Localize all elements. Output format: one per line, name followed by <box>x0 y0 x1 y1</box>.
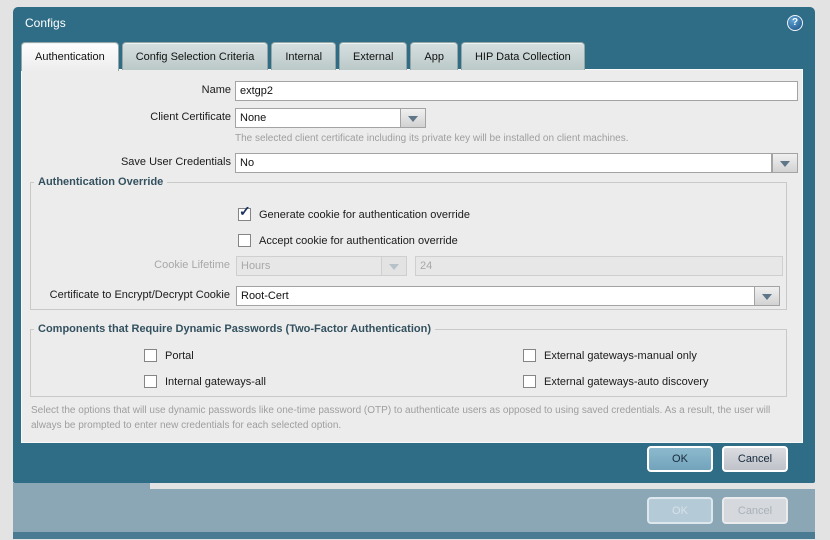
cookie-lifetime-value-input <box>415 256 783 276</box>
encrypt-certificate-label: Certificate to Encrypt/Decrypt Cookie <box>49 289 230 301</box>
client-certificate-help: The selected client certificate includin… <box>235 133 629 144</box>
client-certificate-select[interactable] <box>235 108 401 128</box>
chevron-down-icon <box>780 160 790 172</box>
cookie-lifetime-dropdown-button <box>381 256 407 276</box>
encrypt-certificate-dropdown-button[interactable] <box>754 286 780 306</box>
dialog-titlebar: Configs ? <box>13 7 815 38</box>
save-user-credentials-dropdown-button[interactable] <box>772 153 798 173</box>
authentication-override-group: Authentication Override ✓ Generate cooki… <box>30 176 787 310</box>
external-gateways-auto-label: External gateways-auto discovery <box>544 376 709 388</box>
tab-content-panel: Name Client Certificate The selected cli… <box>21 69 803 443</box>
cookie-lifetime-unit-select <box>236 256 382 276</box>
accept-cookie-checkbox[interactable] <box>238 234 251 247</box>
name-label: Name <box>201 84 231 96</box>
external-gateways-manual-checkbox[interactable] <box>523 349 536 362</box>
two-factor-group: Components that Require Dynamic Password… <box>30 323 787 397</box>
internal-gateways-all-checkbox[interactable] <box>144 375 157 388</box>
tab-hip-data-collection[interactable]: HIP Data Collection <box>460 42 585 70</box>
tab-app[interactable]: App <box>410 42 458 70</box>
ok-button[interactable]: OK <box>647 446 713 472</box>
name-input[interactable] <box>235 81 798 101</box>
external-gateways-auto-checkbox[interactable] <box>523 375 536 388</box>
configs-dialog: Configs ? Authentication Config Selectio… <box>13 7 815 483</box>
save-user-credentials-select[interactable] <box>235 153 772 173</box>
accept-cookie-label: Accept cookie for authentication overrid… <box>259 235 458 247</box>
background-dialog-footer <box>13 532 815 539</box>
background-gap <box>150 483 815 489</box>
two-factor-legend: Components that Require Dynamic Password… <box>38 323 431 335</box>
check-icon: ✓ <box>239 203 251 219</box>
chevron-down-icon <box>389 263 399 275</box>
tab-bar: Authentication Config Selection Criteria… <box>21 42 585 71</box>
generate-cookie-checkbox[interactable]: ✓ <box>238 203 251 221</box>
save-user-credentials-label: Save User Credentials <box>120 156 231 168</box>
cookie-lifetime-label: Cookie Lifetime <box>154 259 230 271</box>
help-icon[interactable]: ? <box>787 14 803 31</box>
portal-label: Portal <box>165 350 194 362</box>
external-gateways-manual-label: External gateways-manual only <box>544 350 697 362</box>
tab-external[interactable]: External <box>339 42 408 70</box>
tab-authentication[interactable]: Authentication <box>21 42 119 71</box>
chevron-down-icon <box>762 293 772 305</box>
internal-gateways-all-label: Internal gateways-all <box>165 376 266 388</box>
background-ok-button: OK <box>647 497 713 524</box>
tab-config-selection-criteria[interactable]: Config Selection Criteria <box>121 42 269 70</box>
client-certificate-dropdown-button[interactable] <box>400 108 426 128</box>
portal-checkbox[interactable] <box>144 349 157 362</box>
chevron-down-icon <box>408 115 418 127</box>
screen: OK Cancel Configs ? Authentication Confi… <box>0 0 830 540</box>
client-certificate-label: Client Certificate <box>150 111 231 123</box>
dialog-title: Configs <box>25 15 66 30</box>
authentication-override-legend: Authentication Override <box>38 176 164 188</box>
tab-internal[interactable]: Internal <box>271 42 337 70</box>
dynamic-passwords-footnote: Select the options that will use dynamic… <box>31 405 771 431</box>
cancel-button[interactable]: Cancel <box>722 446 788 472</box>
encrypt-certificate-select[interactable] <box>236 286 755 306</box>
background-cancel-button: Cancel <box>722 497 788 524</box>
generate-cookie-label: Generate cookie for authentication overr… <box>259 209 470 221</box>
